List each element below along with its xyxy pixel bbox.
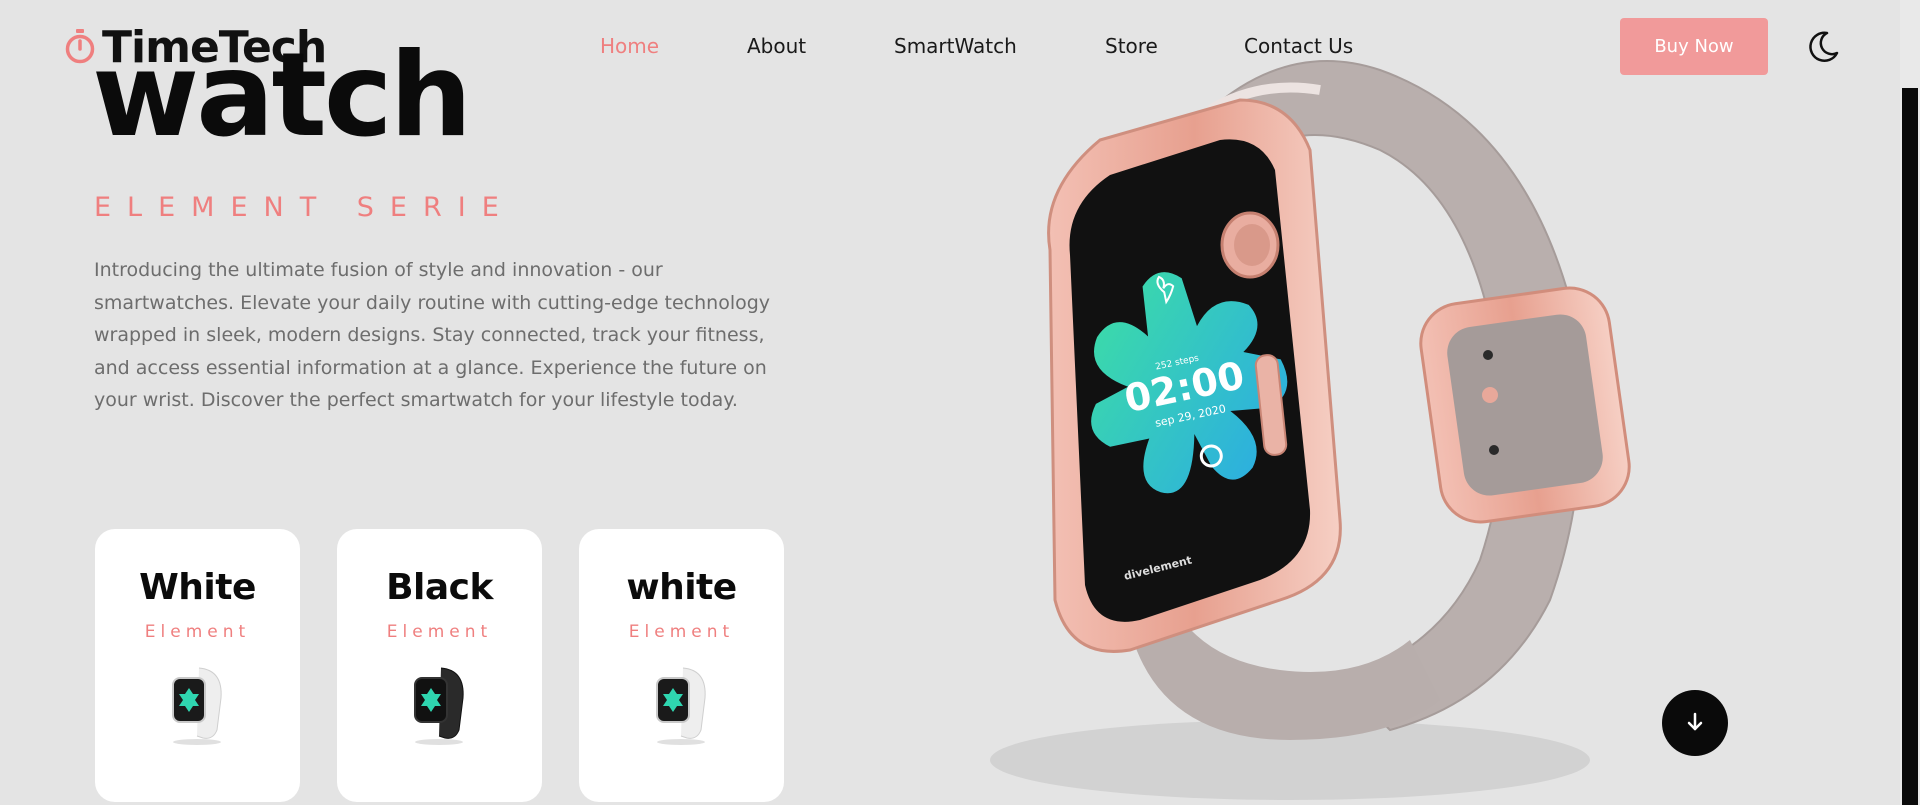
series-subtitle: ELEMENT SERIE [94,192,515,223]
card-title: white [626,567,737,608]
card-title: White [139,567,256,608]
watch-thumbnail [171,667,222,745]
scrollbar-thumb[interactable] [1902,88,1918,805]
hero-description: Introducing the ultimate fusion of style… [94,259,771,411]
product-card-black[interactable]: Black Element [337,529,542,802]
nav-home[interactable]: Home [600,34,659,58]
nav-about[interactable]: About [747,34,806,58]
watch-thumbnail [655,667,706,745]
product-card-white[interactable]: White Element [95,529,300,802]
card-title: Black [386,567,493,608]
theme-toggle-button[interactable] [1803,28,1843,68]
scroll-down-button[interactable] [1662,690,1728,756]
moon-icon [1805,31,1841,68]
card-subtitle: Element [386,622,493,642]
card-subtitle: Element [144,622,251,642]
card-subtitle: Element [628,622,735,642]
arrow-down-icon [1684,711,1706,736]
watch-thumbnail [413,667,464,745]
hero-watch-image: 252 steps 02:00 sep 29, 2020 divelement [990,60,1631,800]
hero-title: watch [92,28,472,163]
page-scrollbar[interactable] [1900,0,1920,805]
product-card-white-2[interactable]: white Element [579,529,784,802]
